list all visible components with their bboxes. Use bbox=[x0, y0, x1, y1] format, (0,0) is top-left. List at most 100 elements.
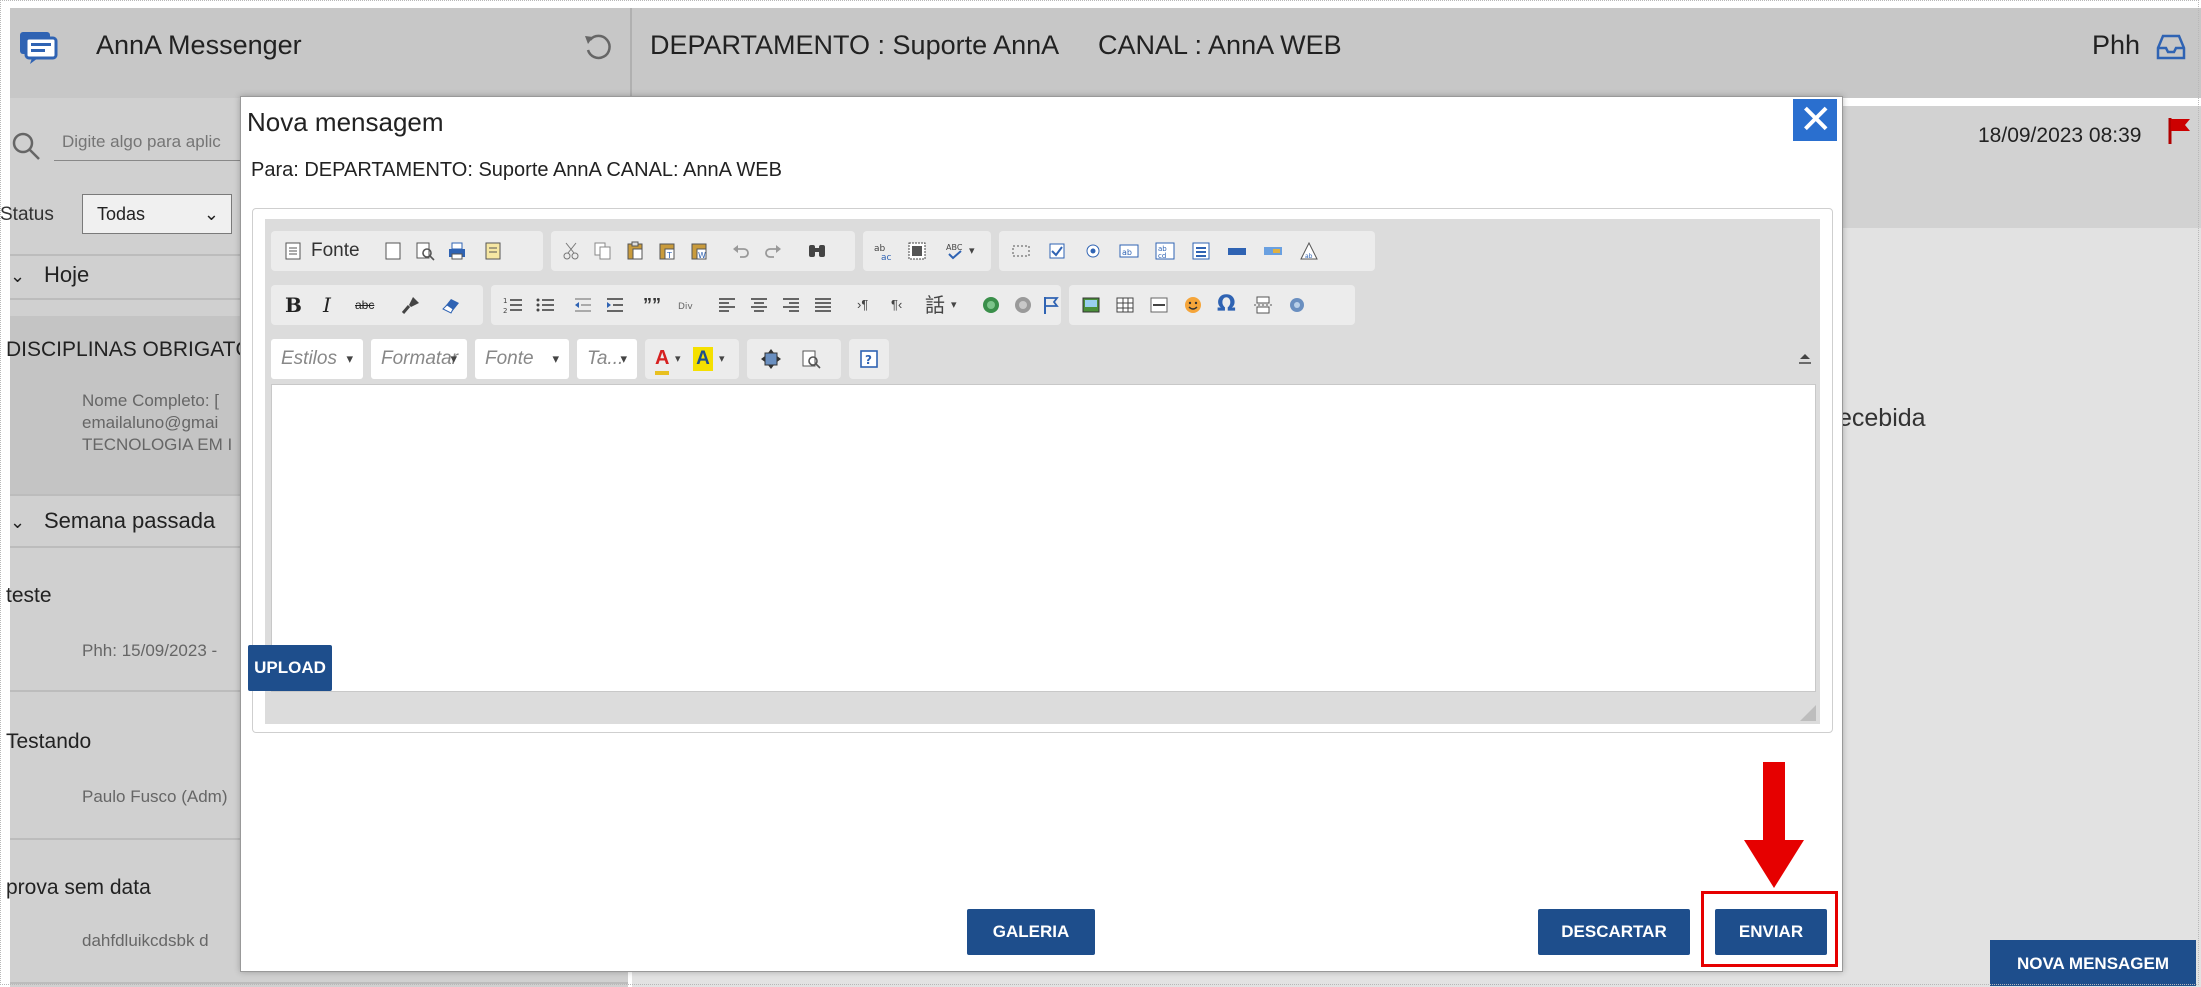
justify-icon[interactable] bbox=[813, 295, 833, 315]
discard-button[interactable]: DESCARTAR bbox=[1538, 909, 1690, 955]
text-field-icon[interactable]: ab bbox=[1119, 241, 1139, 261]
button-field-icon[interactable] bbox=[1227, 241, 1247, 261]
ltr-icon[interactable]: ›¶ bbox=[857, 285, 868, 325]
undo-icon[interactable] bbox=[731, 241, 751, 261]
textarea-icon[interactable]: abcd bbox=[1155, 241, 1175, 261]
replace-icon[interactable]: abac bbox=[873, 241, 893, 261]
source-button-label[interactable]: Fonte bbox=[311, 231, 360, 271]
find-icon[interactable] bbox=[807, 241, 827, 261]
gallery-button[interactable]: GALERIA bbox=[967, 909, 1095, 955]
cut-icon[interactable] bbox=[561, 241, 581, 261]
toolbar-row-3: Estilos ▾ Formatar ▾ Fonte ▾ Ta... ▾ A ▾ A ▾… bbox=[271, 339, 1811, 379]
maximize-icon[interactable] bbox=[761, 349, 781, 369]
bold-icon[interactable]: B bbox=[285, 285, 302, 325]
conversation-title[interactable]: teste bbox=[6, 584, 52, 608]
link-icon[interactable] bbox=[981, 295, 1001, 315]
toolbar-group-basic-styles: B I abc bbox=[271, 285, 483, 325]
eraser-icon[interactable] bbox=[441, 295, 461, 315]
search-input[interactable] bbox=[54, 124, 262, 161]
inbox-icon[interactable] bbox=[2154, 32, 2188, 62]
spellcheck-icon[interactable]: ABC bbox=[945, 241, 965, 261]
format-painter-icon[interactable] bbox=[401, 295, 421, 315]
rtl-icon[interactable]: ¶‹ bbox=[891, 285, 902, 325]
search-icon bbox=[12, 132, 40, 160]
strikethrough-icon[interactable]: abc bbox=[355, 285, 374, 325]
div-container-icon[interactable]: Div bbox=[677, 295, 697, 315]
toolbar-group-forms: ab ab cd ab bbox=[999, 231, 1375, 271]
group-header-today[interactable]: ⌄ Hoje bbox=[10, 262, 89, 288]
show-blocks-icon[interactable] bbox=[801, 349, 821, 369]
conversation-title[interactable]: prova sem data bbox=[6, 876, 151, 900]
conversation-title[interactable]: Testando bbox=[6, 730, 91, 754]
checkbox-icon[interactable] bbox=[1047, 241, 1067, 261]
image-button-icon[interactable] bbox=[1263, 241, 1283, 261]
unlink-icon[interactable] bbox=[1013, 295, 1033, 315]
svg-text:ab: ab bbox=[1122, 248, 1132, 257]
resize-handle-icon[interactable] bbox=[1800, 705, 1816, 721]
hidden-field-icon[interactable]: ab bbox=[1299, 241, 1319, 261]
align-right-icon[interactable] bbox=[781, 295, 801, 315]
select-all-icon[interactable] bbox=[907, 241, 927, 261]
header-divider bbox=[630, 8, 632, 98]
chevron-down-icon[interactable]: ▾ bbox=[719, 339, 725, 379]
upload-button[interactable]: UPLOAD bbox=[248, 645, 332, 691]
language-icon[interactable]: 話 bbox=[925, 285, 945, 325]
bulleted-list-icon[interactable] bbox=[535, 295, 555, 315]
paste-word-icon[interactable]: W bbox=[689, 241, 709, 261]
dialog-title: Nova mensagem bbox=[247, 107, 444, 137]
chevron-down-icon[interactable]: ▾ bbox=[951, 285, 957, 325]
redo-icon[interactable] bbox=[763, 241, 783, 261]
combo-label: Estilos bbox=[281, 348, 337, 369]
flag-icon[interactable] bbox=[2166, 116, 2194, 146]
messenger-icon bbox=[20, 32, 58, 64]
background-color-icon[interactable]: A bbox=[693, 347, 713, 371]
special-char-icon[interactable]: Ω bbox=[1217, 285, 1236, 325]
chevron-down-icon[interactable]: ▾ bbox=[675, 339, 681, 379]
source-icon[interactable] bbox=[283, 241, 303, 261]
new-page-icon[interactable] bbox=[383, 241, 403, 261]
anchor-flag-icon[interactable] bbox=[1041, 295, 1061, 315]
chevron-down-icon: ▾ bbox=[620, 351, 627, 366]
image-icon[interactable] bbox=[1081, 295, 1101, 315]
copy-icon[interactable] bbox=[593, 241, 613, 261]
message-body-editor[interactable] bbox=[271, 384, 1816, 692]
radio-icon[interactable] bbox=[1083, 241, 1103, 261]
indent-icon[interactable] bbox=[605, 295, 625, 315]
font-combo[interactable]: Fonte ▾ bbox=[475, 339, 569, 379]
toolbar-group-clipboard: T W bbox=[551, 231, 855, 271]
templates-icon[interactable] bbox=[483, 241, 503, 261]
paste-text-icon[interactable]: T bbox=[657, 241, 677, 261]
format-combo[interactable]: Formatar ▾ bbox=[371, 339, 467, 379]
horizontal-rule-icon[interactable] bbox=[1149, 295, 1169, 315]
collapse-toolbar-icon[interactable] bbox=[1797, 349, 1813, 365]
print-icon[interactable] bbox=[447, 241, 467, 261]
help-icon[interactable]: ? bbox=[859, 349, 879, 369]
paste-icon[interactable] bbox=[625, 241, 645, 261]
italic-icon[interactable]: I bbox=[323, 285, 331, 325]
blockquote-icon[interactable]: ”” bbox=[643, 285, 661, 325]
refresh-icon[interactable] bbox=[582, 30, 614, 62]
svg-text:?: ? bbox=[865, 353, 872, 367]
preview-icon[interactable] bbox=[415, 241, 435, 261]
outdent-icon[interactable] bbox=[573, 295, 593, 315]
svg-text:2: 2 bbox=[503, 307, 507, 315]
conversation-title[interactable]: DISCIPLINAS OBRIGATÓ bbox=[6, 338, 252, 362]
close-button[interactable]: ✕ bbox=[1793, 99, 1837, 141]
status-select[interactable]: Todas ⌄ bbox=[82, 194, 232, 234]
page-break-icon[interactable] bbox=[1253, 295, 1273, 315]
select-field-icon[interactable] bbox=[1191, 241, 1211, 261]
form-icon[interactable] bbox=[1011, 241, 1031, 261]
chevron-down-icon: ⌄ bbox=[203, 204, 219, 224]
group-header-last-week[interactable]: ⌄ Semana passada bbox=[10, 508, 215, 534]
chevron-down-icon[interactable]: ▾ bbox=[969, 231, 975, 271]
smiley-icon[interactable] bbox=[1183, 295, 1203, 315]
table-icon[interactable] bbox=[1115, 295, 1135, 315]
iframe-icon[interactable] bbox=[1287, 295, 1307, 315]
align-left-icon[interactable] bbox=[717, 295, 737, 315]
text-color-icon[interactable]: A bbox=[655, 345, 670, 375]
numbered-list-icon[interactable]: 12 bbox=[503, 295, 523, 315]
new-message-button[interactable]: NOVA MENSAGEM bbox=[1990, 940, 2196, 986]
align-center-icon[interactable] bbox=[749, 295, 769, 315]
font-size-combo[interactable]: Ta... ▾ bbox=[577, 339, 637, 379]
styles-combo[interactable]: Estilos ▾ bbox=[271, 339, 363, 379]
